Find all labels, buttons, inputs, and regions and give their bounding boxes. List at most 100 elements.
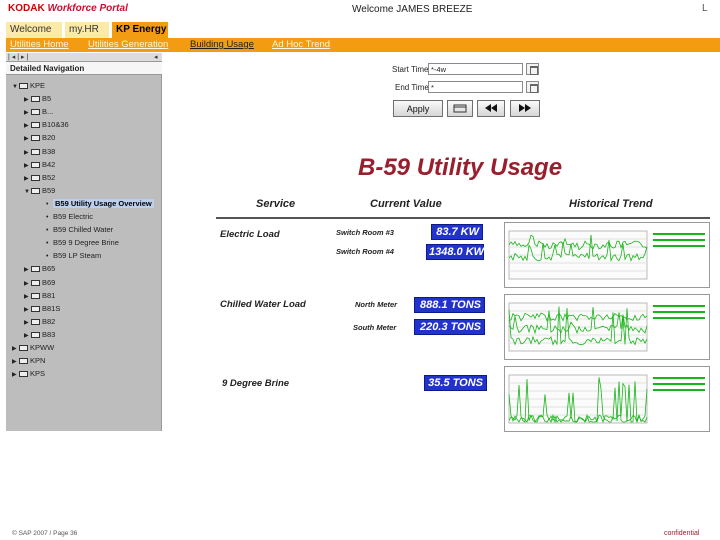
folder-icon xyxy=(31,135,40,142)
nav-tree-item[interactable]: ▶ B10&36 xyxy=(24,120,69,131)
nav-tree-item[interactable]: ▶ B52 xyxy=(24,173,55,184)
subnav-utilities-generation[interactable]: Utilities Generation xyxy=(88,39,168,50)
expand-right-icon[interactable]: ▶ xyxy=(24,135,31,142)
meter-switch-room-3: Switch Room #3 xyxy=(336,228,394,237)
bullet-icon[interactable]: • xyxy=(46,214,53,221)
apply-button[interactable]: Apply xyxy=(393,100,443,117)
navigation-history-buttons[interactable]: | ◂ | ▸ | xyxy=(8,53,28,61)
trend-legend-entry xyxy=(653,239,705,241)
expand-right-icon[interactable]: ▶ xyxy=(12,358,19,365)
nav-tree-label: KPWW xyxy=(30,343,55,352)
nav-tree-item[interactable]: ▶ B38 xyxy=(24,147,55,158)
trend-panel-electric[interactable] xyxy=(504,222,710,288)
nav-tree-item[interactable]: ▼ KPE xyxy=(12,81,45,92)
value-switch-room-3: 83.7 KW xyxy=(431,224,483,240)
tab-welcome[interactable]: Welcome xyxy=(6,22,62,38)
bullet-icon[interactable]: • xyxy=(46,253,53,260)
expand-right-icon[interactable]: ▶ xyxy=(24,122,31,129)
nav-tree-item[interactable]: ▶ B83 xyxy=(24,330,55,341)
nav-tree-item[interactable]: ▶ B... xyxy=(24,107,53,118)
expand-right-icon[interactable]: ▶ xyxy=(12,371,19,378)
previous-period-button[interactable] xyxy=(477,100,505,117)
nav-tree-item[interactable]: • B59 LP Steam xyxy=(46,251,101,262)
nav-tree-item[interactable]: • B59 9 Degree Brine xyxy=(46,238,119,249)
nav-tree-item[interactable]: ▶ B81S xyxy=(24,304,60,315)
footer-copyright: © SAP 2007 / Page 36 xyxy=(12,530,78,537)
start-time-input[interactable] xyxy=(428,63,523,75)
detailed-navigation-panel: | ◂ | ▸ | ◂ Detailed Navigation ▼ KPE ▶ B5 ▶… xyxy=(6,53,162,431)
nav-tree-label: B59 Chilled Water xyxy=(53,225,114,235)
subnav-utilities-home[interactable]: Utilities Home xyxy=(10,39,69,50)
expand-down-icon[interactable]: ▼ xyxy=(24,189,31,195)
trend-legend-entry xyxy=(653,311,705,313)
footer-confidential: confidential xyxy=(664,530,700,537)
trend-panel-chilled-water[interactable] xyxy=(504,294,710,360)
expand-right-icon[interactable]: ▶ xyxy=(12,345,19,352)
trend-legend-entry xyxy=(653,317,705,319)
nav-tree-item[interactable]: ▼ B59 xyxy=(24,186,55,197)
collapse-panel-icon[interactable]: ◂ xyxy=(154,53,158,61)
nav-tree-item[interactable]: • B59 Utility Usage Overview xyxy=(46,198,154,210)
start-time-label: Start Time: xyxy=(392,65,431,74)
tab-kp-energy[interactable]: KP Energy xyxy=(112,22,168,38)
nav-tree-label: KPE xyxy=(30,81,46,90)
nav-tree-item[interactable]: ▶ B82 xyxy=(24,317,55,328)
nav-tree-label: KPN xyxy=(30,356,46,366)
end-calendar-icon[interactable] xyxy=(526,81,539,93)
nav-tree-item[interactable]: ▶ B20 xyxy=(24,133,55,144)
expand-right-icon[interactable]: ▶ xyxy=(24,109,31,116)
expand-right-icon[interactable]: ▶ xyxy=(24,149,31,156)
nav-tree-item[interactable]: • B59 Electric xyxy=(46,212,93,223)
folder-icon xyxy=(31,331,40,338)
nav-tree-label: B42 xyxy=(42,159,56,169)
fast-forward-icon xyxy=(519,103,531,112)
kodak-logo: KODAK xyxy=(8,3,45,14)
nav-tree-label: B82 xyxy=(42,316,56,326)
subnav-ad-hoc-trend[interactable]: Ad Hoc Trend xyxy=(272,39,330,50)
expand-right-icon[interactable]: ▶ xyxy=(24,332,31,339)
service-9-degree-brine: 9 Degree Brine xyxy=(222,378,290,389)
nav-tree-item[interactable]: ▶ B81 xyxy=(24,291,55,302)
expand-right-icon[interactable]: ▶ xyxy=(24,306,31,313)
bullet-icon[interactable]: • xyxy=(46,227,53,234)
end-time-input[interactable] xyxy=(428,81,523,93)
expand-right-icon[interactable]: ▶ xyxy=(24,293,31,300)
nav-tree-label: B65 xyxy=(42,264,56,274)
expand-right-icon[interactable]: ▶ xyxy=(24,96,31,103)
rewind-icon xyxy=(485,103,497,112)
subnav-building-usage[interactable]: Building Usage xyxy=(190,39,254,50)
navigation-title: Detailed Navigation xyxy=(6,62,162,75)
nav-tree-item[interactable]: ▶ KPWW xyxy=(12,343,54,354)
nav-tree-item[interactable]: ▶ B5 xyxy=(24,94,51,105)
expand-right-icon[interactable]: ▶ xyxy=(24,280,31,287)
next-period-button[interactable] xyxy=(510,100,540,117)
nav-tree-item[interactable]: ▶ B69 xyxy=(24,278,55,289)
nav-tree-item[interactable]: ▶ KPS xyxy=(12,369,45,380)
nav-tree-item[interactable]: • B59 Chilled Water xyxy=(46,225,113,236)
start-calendar-icon[interactable] xyxy=(526,63,539,75)
nav-tree-item[interactable]: ▶ KPN xyxy=(12,356,45,367)
expand-right-icon[interactable]: ▶ xyxy=(24,266,31,273)
bullet-icon[interactable]: • xyxy=(46,201,53,208)
service-chilled-water-load: Chilled Water Load xyxy=(220,299,306,310)
bullet-icon[interactable]: • xyxy=(46,240,53,247)
nav-tree-item[interactable]: ▶ B65 xyxy=(24,264,55,275)
nav-tree-label: KPS xyxy=(30,369,46,379)
trend-chart xyxy=(508,374,705,424)
calendar-range-button[interactable] xyxy=(447,100,473,117)
nav-tree-label: B81S xyxy=(42,303,61,313)
folder-icon xyxy=(19,83,28,89)
trend-panel-brine[interactable] xyxy=(504,366,710,432)
expand-right-icon[interactable]: ▶ xyxy=(24,319,31,326)
service-column-header: Service xyxy=(256,198,296,210)
expand-down-icon[interactable]: ▼ xyxy=(12,84,19,90)
nav-tree-item[interactable]: ▶ B42 xyxy=(24,160,55,171)
value-south-meter: 220.3 TONS xyxy=(414,319,485,335)
trend-legend-entry xyxy=(653,377,705,379)
nav-tree-label: B... xyxy=(42,107,54,117)
nav-tree-label: B5 xyxy=(42,94,52,104)
nav-tree-label: B52 xyxy=(42,172,56,182)
tab-my-hr[interactable]: my.HR xyxy=(65,22,109,38)
expand-right-icon[interactable]: ▶ xyxy=(24,175,31,182)
expand-right-icon[interactable]: ▶ xyxy=(24,162,31,169)
